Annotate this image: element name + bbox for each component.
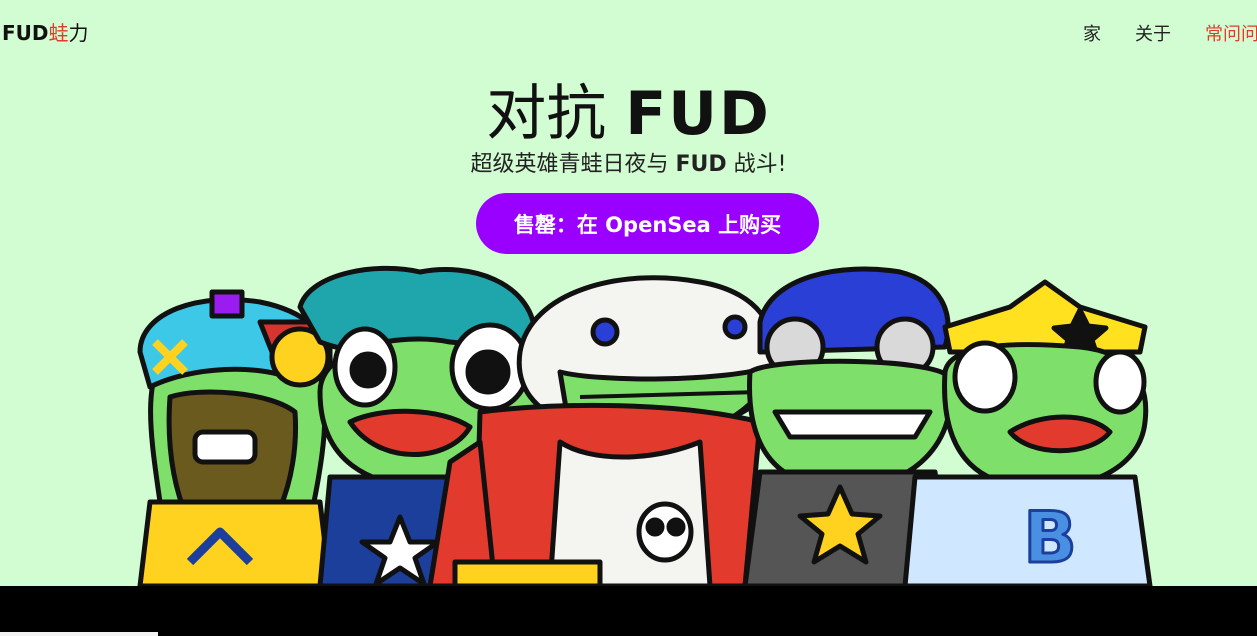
nav-faq[interactable]: 常问问题 <box>1205 20 1257 46</box>
hero-subtitle: 超级英雄青蛙日夜与 FUD 战斗! <box>0 150 1257 180</box>
svg-text:B: B <box>1023 497 1076 579</box>
hero-title-fud: FUD <box>625 79 771 149</box>
main-nav: 家 关于 常问问题 <box>1049 20 1257 46</box>
footer-bar <box>0 586 1257 636</box>
site-logo[interactable]: FUD蛙力 <box>2 20 89 46</box>
nav-home[interactable]: 家 <box>1083 20 1101 46</box>
horizontal-scrollbar[interactable] <box>0 632 158 636</box>
hero-subtitle-suffix: 战斗! <box>733 152 787 177</box>
logo-frog: 蛙 <box>48 21 69 45</box>
buy-on-opensea-button[interactable]: 售罄：在 OpenSea 上购买 <box>476 193 819 254</box>
hero-subtitle-fud: FUD <box>675 152 727 177</box>
hero-subtitle-prefix: 超级英雄青蛙日夜与 <box>470 152 669 177</box>
logo-power: 力 <box>68 21 89 45</box>
frog-bearded-helmet <box>137 289 333 586</box>
frog-heroes-illustration: B <box>137 265 1153 586</box>
hero-title: 对抗 FUD <box>0 76 1257 152</box>
hero-title-prefix: 对抗 <box>486 79 607 149</box>
logo-fud: FUD <box>2 21 49 45</box>
nav-about[interactable]: 关于 <box>1135 20 1171 46</box>
